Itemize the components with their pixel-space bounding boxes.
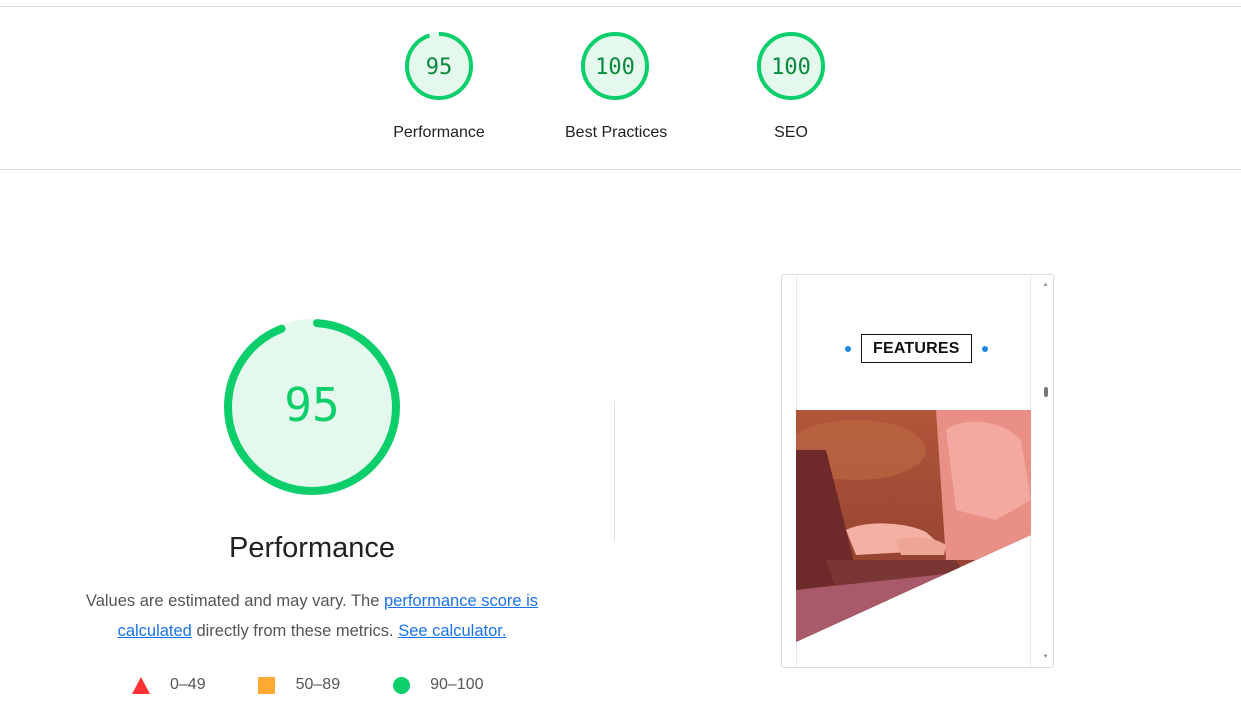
features-heading: FEATURES	[845, 334, 988, 363]
circle-icon	[390, 674, 412, 696]
features-label: FEATURES	[861, 334, 972, 363]
score-legend: 0–49 50–89 90–100	[130, 674, 533, 696]
scroll-down-arrow-icon[interactable]: ▼	[1042, 653, 1049, 661]
triangle-icon	[130, 674, 152, 696]
description-prefix: Values are estimated and may vary. The	[85, 592, 384, 610]
legend-item-fail: 0–49	[130, 674, 206, 696]
gauge-seo-label: SEO	[774, 124, 808, 141]
gauge-performance-ring: 95	[405, 32, 473, 100]
gauge-performance-label: Performance	[393, 124, 485, 141]
vertical-divider	[614, 401, 615, 541]
performance-score: 95	[284, 378, 339, 432]
gauge-seo[interactable]: 100 SEO	[741, 30, 841, 142]
hero-image-laptop	[796, 410, 1031, 642]
square-icon	[256, 674, 278, 696]
legend-item-average: 50–89	[256, 674, 341, 696]
legend-range-fail: 0–49	[170, 676, 206, 693]
gauge-performance-score: 95	[426, 55, 453, 80]
gauge-seo-score: 100	[771, 55, 811, 80]
screenshot-scrollbar[interactable]: ▲ ▼	[1042, 281, 1049, 661]
performance-gauge-large: 95	[220, 315, 404, 499]
gauge-best-practices-score: 100	[595, 55, 635, 80]
performance-title: Performance	[228, 532, 395, 564]
gauge-performance[interactable]: 95 Performance	[389, 30, 489, 142]
see-calculator-link[interactable]: See calculator.	[398, 622, 506, 640]
performance-description: Values are estimated and may vary. The p…	[62, 586, 562, 646]
description-middle: directly from these metrics.	[191, 622, 399, 640]
gauge-seo-ring: 100	[757, 32, 825, 100]
gauge-best-practices[interactable]: 100 Best Practices	[565, 30, 668, 142]
legend-item-pass: 90–100	[390, 674, 483, 696]
scroll-thumb[interactable]	[1044, 387, 1048, 397]
gauge-best-practices-label: Best Practices	[565, 124, 668, 141]
bullet-dot-icon	[845, 345, 851, 352]
top-border	[0, 6, 1241, 7]
legend-range-average: 50–89	[295, 676, 341, 693]
bullet-dot-icon	[981, 345, 988, 352]
gauge-best-practices-ring: 100	[581, 32, 649, 100]
legend-range-pass: 90–100	[430, 676, 484, 693]
final-screenshot-thumbnail[interactable]: FEATURES ▲ ▼	[781, 274, 1054, 668]
scroll-up-arrow-icon[interactable]: ▲	[1042, 281, 1049, 289]
header-divider	[0, 169, 1241, 170]
